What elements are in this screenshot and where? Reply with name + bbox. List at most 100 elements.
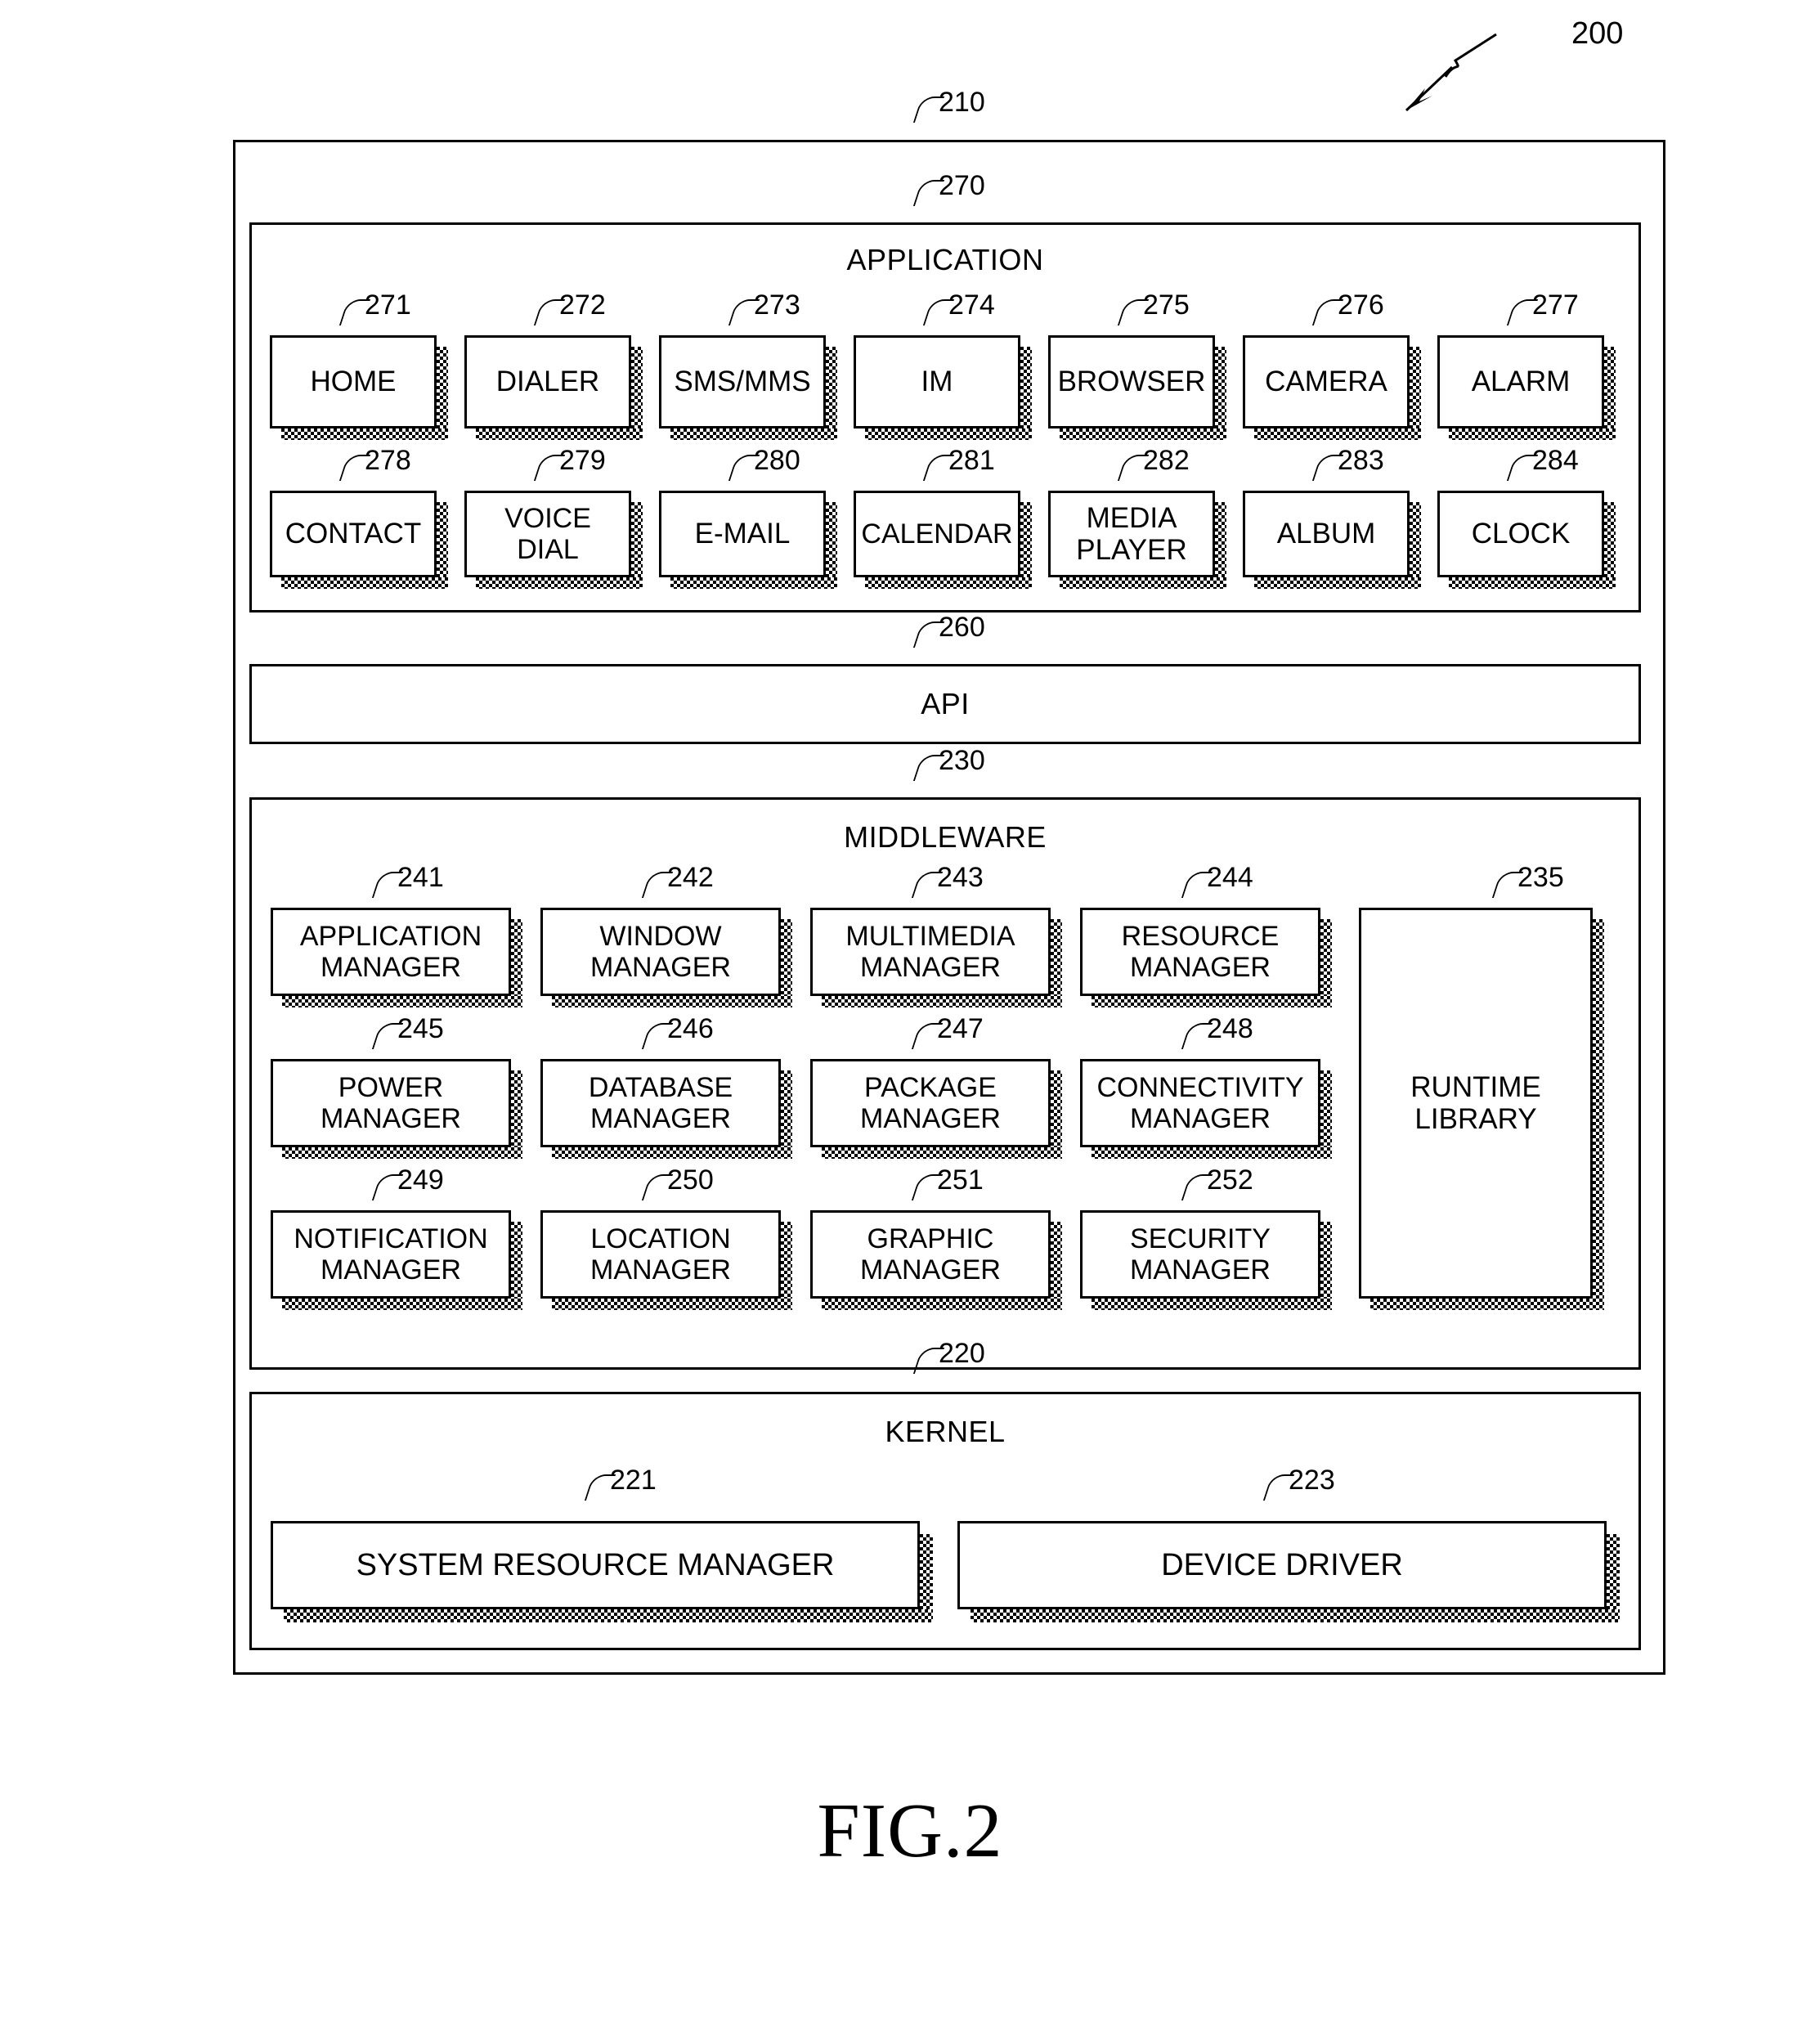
- app-box-browser[interactable]: BROWSER: [1048, 335, 1215, 428]
- kernel-box-device-driver[interactable]: DEVICE DRIVER: [957, 1521, 1607, 1609]
- ref-272-label: 272: [559, 289, 606, 321]
- mw-locmgr-shadow-bottom: [552, 1299, 792, 1310]
- app-box-calendar-label: CALENDAR: [861, 518, 1013, 550]
- ref-250-label: 250: [667, 1164, 714, 1196]
- ref-277: 277: [1506, 289, 1579, 325]
- app-box-im-label: IM: [921, 366, 953, 398]
- ref-221-label: 221: [610, 1465, 657, 1496]
- mw-powmgr-shadow-bottom: [282, 1147, 522, 1159]
- mw-box-notification-manager[interactable]: NOTIFICATION MANAGER: [271, 1210, 511, 1299]
- app-box-album-label: ALBUM: [1276, 518, 1376, 550]
- figure-caption: FIG.2: [817, 1788, 1003, 1873]
- mw-appmgr-shadow-right: [511, 919, 522, 1007]
- mw-locmgr-shadow-right: [781, 1222, 792, 1310]
- mw-pkgmgr-shadow-bottom: [822, 1147, 1062, 1159]
- app-box-sms-mms[interactable]: SMS/MMS: [659, 335, 826, 428]
- app-box-clock-label: CLOCK: [1471, 518, 1571, 550]
- app-box-calendar[interactable]: CALENDAR: [854, 491, 1020, 577]
- mw-runtime-shadow-bottom: [1370, 1299, 1604, 1310]
- app-browser-shadow-bottom: [1060, 428, 1226, 440]
- ref-284-label: 284: [1532, 445, 1579, 476]
- mw-box-multimedia-manager[interactable]: MULTIMEDIA MANAGER: [810, 908, 1051, 996]
- kernel-box-system-resource-manager[interactable]: SYSTEM RESOURCE MANAGER: [271, 1521, 920, 1609]
- ref-241: 241: [371, 862, 444, 898]
- ref-260: 260: [912, 612, 985, 648]
- mw-box-power-manager[interactable]: POWER MANAGER: [271, 1059, 511, 1147]
- app-box-contact[interactable]: CONTACT: [270, 491, 437, 577]
- app-camera-shadow-bottom: [1254, 428, 1421, 440]
- ref-247: 247: [911, 1013, 984, 1049]
- app-contact-shadow-bottom: [281, 577, 448, 589]
- mw-box-runtime-library[interactable]: RUNTIME LIBRARY: [1359, 908, 1593, 1299]
- app-box-voice-dial[interactable]: VOICE DIAL: [464, 491, 631, 577]
- mw-mmmgr-shadow-right: [1051, 919, 1062, 1007]
- ref-248-label: 248: [1207, 1013, 1253, 1044]
- ref-274: 274: [922, 289, 995, 325]
- ref-244-label: 244: [1207, 862, 1253, 893]
- mw-box-security-manager[interactable]: SECURITY MANAGER: [1080, 1210, 1320, 1299]
- middleware-layer-title: MIDDLEWARE: [844, 820, 1047, 854]
- app-box-dialer[interactable]: DIALER: [464, 335, 631, 428]
- ref-281: 281: [922, 445, 995, 481]
- ref-276: 276: [1311, 289, 1384, 325]
- app-box-album[interactable]: ALBUM: [1243, 491, 1410, 577]
- kernel-srm-shadow-bottom: [284, 1609, 933, 1622]
- app-box-camera[interactable]: CAMERA: [1243, 335, 1410, 428]
- mw-box-application-manager[interactable]: APPLICATION MANAGER: [271, 908, 511, 996]
- mw-pkgmgr-shadow-right: [1051, 1070, 1062, 1159]
- app-im-shadow-right: [1020, 347, 1032, 440]
- ref-273: 273: [728, 289, 800, 325]
- ref-282: 282: [1117, 445, 1190, 481]
- mw-box-multimedia-manager-label: MULTIMEDIA MANAGER: [845, 920, 1015, 983]
- ref-282-label: 282: [1143, 445, 1190, 476]
- application-layer-title: APPLICATION: [846, 243, 1044, 276]
- app-box-contact-label: CONTACT: [285, 518, 422, 550]
- app-box-email[interactable]: E-MAIL: [659, 491, 826, 577]
- app-box-alarm[interactable]: ALARM: [1437, 335, 1604, 428]
- figure-reference-200-label: 200: [1571, 16, 1624, 51]
- ref-223: 223: [1262, 1465, 1335, 1501]
- ref-246: 246: [641, 1013, 714, 1049]
- mw-box-connectivity-manager[interactable]: CONNECTIVITY MANAGER: [1080, 1059, 1320, 1147]
- app-im-shadow-bottom: [865, 428, 1032, 440]
- mw-box-application-manager-label: APPLICATION MANAGER: [299, 920, 482, 983]
- ref-280: 280: [728, 445, 800, 481]
- app-box-dialer-label: DIALER: [495, 366, 600, 398]
- ref-281-label: 281: [948, 445, 995, 476]
- ref-247-label: 247: [937, 1013, 984, 1044]
- mw-gfxmgr-shadow-bottom: [822, 1299, 1062, 1310]
- app-box-sms-mms-label: SMS/MMS: [674, 366, 811, 398]
- app-box-im[interactable]: IM: [854, 335, 1020, 428]
- mw-box-graphic-manager-label: GRAPHIC MANAGER: [860, 1223, 1001, 1285]
- ref-276-label: 276: [1338, 289, 1384, 321]
- ref-241-label: 241: [397, 862, 444, 893]
- ref-246-label: 246: [667, 1013, 714, 1044]
- mw-box-location-manager[interactable]: LOCATION MANAGER: [540, 1210, 781, 1299]
- app-box-voice-dial-label: VOICE DIAL: [504, 502, 591, 565]
- mw-box-database-manager[interactable]: DATABASE MANAGER: [540, 1059, 781, 1147]
- mw-box-resource-manager[interactable]: RESOURCE MANAGER: [1080, 908, 1320, 996]
- mw-connmgr-shadow-right: [1320, 1070, 1332, 1159]
- ref-274-label: 274: [948, 289, 995, 321]
- ref-210: 210: [912, 87, 985, 123]
- app-alarm-shadow-right: [1604, 347, 1616, 440]
- mw-box-window-manager[interactable]: WINDOW MANAGER: [540, 908, 781, 996]
- ref-243-label: 243: [937, 862, 984, 893]
- app-album-shadow-bottom: [1254, 577, 1421, 589]
- app-email-shadow-right: [826, 502, 837, 589]
- mw-box-package-manager[interactable]: PACKAGE MANAGER: [810, 1059, 1051, 1147]
- arrow-icon: [1405, 33, 1497, 112]
- ref-249-label: 249: [397, 1164, 444, 1196]
- mw-box-graphic-manager[interactable]: GRAPHIC MANAGER: [810, 1210, 1051, 1299]
- app-box-camera-label: CAMERA: [1265, 366, 1387, 398]
- ref-251-label: 251: [937, 1164, 984, 1196]
- ref-230-label: 230: [939, 745, 985, 776]
- app-home-shadow-right: [437, 347, 448, 440]
- app-box-clock[interactable]: CLOCK: [1437, 491, 1604, 577]
- app-box-home[interactable]: HOME: [270, 335, 437, 428]
- ref-270: 270: [912, 170, 985, 206]
- app-calendar-shadow-right: [1020, 502, 1032, 589]
- ref-279-label: 279: [559, 445, 606, 476]
- app-box-media-player[interactable]: MEDIA PLAYER: [1048, 491, 1215, 577]
- app-home-shadow-bottom: [281, 428, 448, 440]
